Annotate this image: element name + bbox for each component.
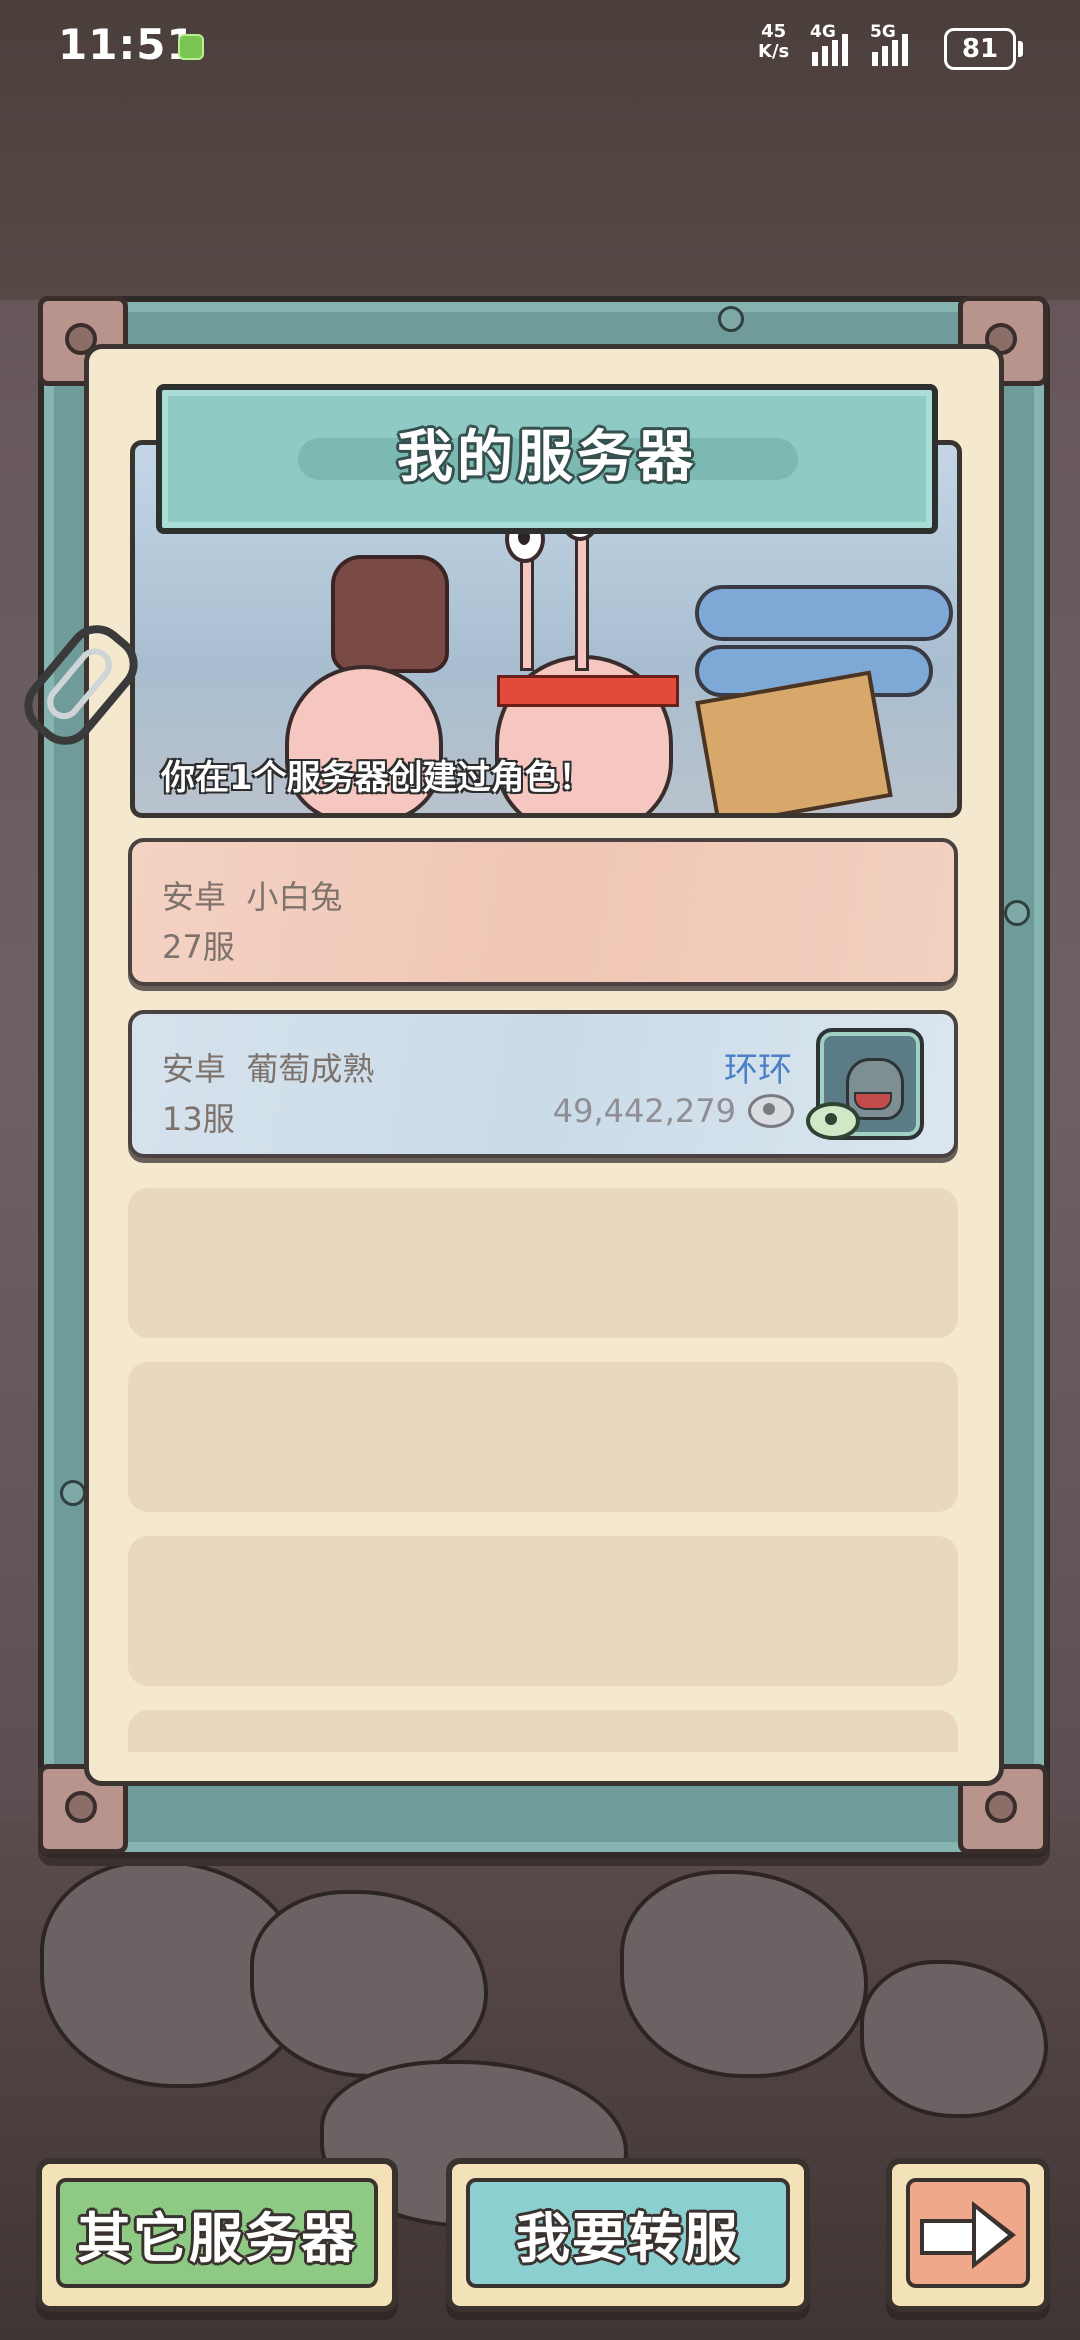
empty-server-slot [128, 1710, 958, 1752]
illustration-headband [497, 675, 679, 707]
arrow-right-icon [920, 2201, 1016, 2269]
transfer-server-button[interactable]: 我要转服 [446, 2158, 810, 2312]
server-name: 安卓 葡萄成熟 [162, 1050, 375, 1088]
empty-server-slot [128, 1188, 958, 1338]
server-number: 27服 [162, 928, 235, 966]
signal-5g-icon: 5G [870, 22, 908, 66]
character-power: 49,442,279 [552, 1092, 736, 1130]
panel-title: 我的服务器 [397, 425, 697, 490]
server-row[interactable]: 安卓 小白兔 27服 [128, 838, 958, 986]
battery-icon: 81 [944, 28, 1023, 70]
server-row[interactable]: 安卓 葡萄成熟 13服 环环 49,442,279 [128, 1010, 958, 1158]
panel-title-banner: 我的服务器 [156, 384, 938, 534]
view-eye-icon[interactable] [806, 1102, 860, 1140]
status-bar: 11:51 45 K/s 4G 5G 81 [0, 0, 1080, 96]
empty-server-slot [128, 1536, 958, 1686]
frame-bolt [60, 1480, 86, 1506]
eye-icon [748, 1094, 794, 1128]
next-button[interactable] [886, 2158, 1050, 2312]
frame-bolt [1004, 900, 1030, 926]
server-number: 13服 [162, 1100, 235, 1138]
illustration-pot [331, 555, 449, 673]
app-notification-icon [178, 34, 204, 60]
frame-bolt [718, 306, 744, 332]
empty-server-slot [128, 1362, 958, 1512]
illustration-missile [695, 585, 953, 641]
status-time: 11:51 [58, 20, 197, 69]
created-characters-caption: 你在1个服务器创建过角色！ [161, 758, 593, 798]
character-name: 环环 [724, 1050, 792, 1090]
network-speed: 45 K/s [758, 21, 790, 62]
other-servers-button[interactable]: 其它服务器 [36, 2158, 398, 2312]
server-name: 安卓 小白兔 [162, 878, 343, 916]
signal-4g-icon: 4G [810, 22, 848, 66]
